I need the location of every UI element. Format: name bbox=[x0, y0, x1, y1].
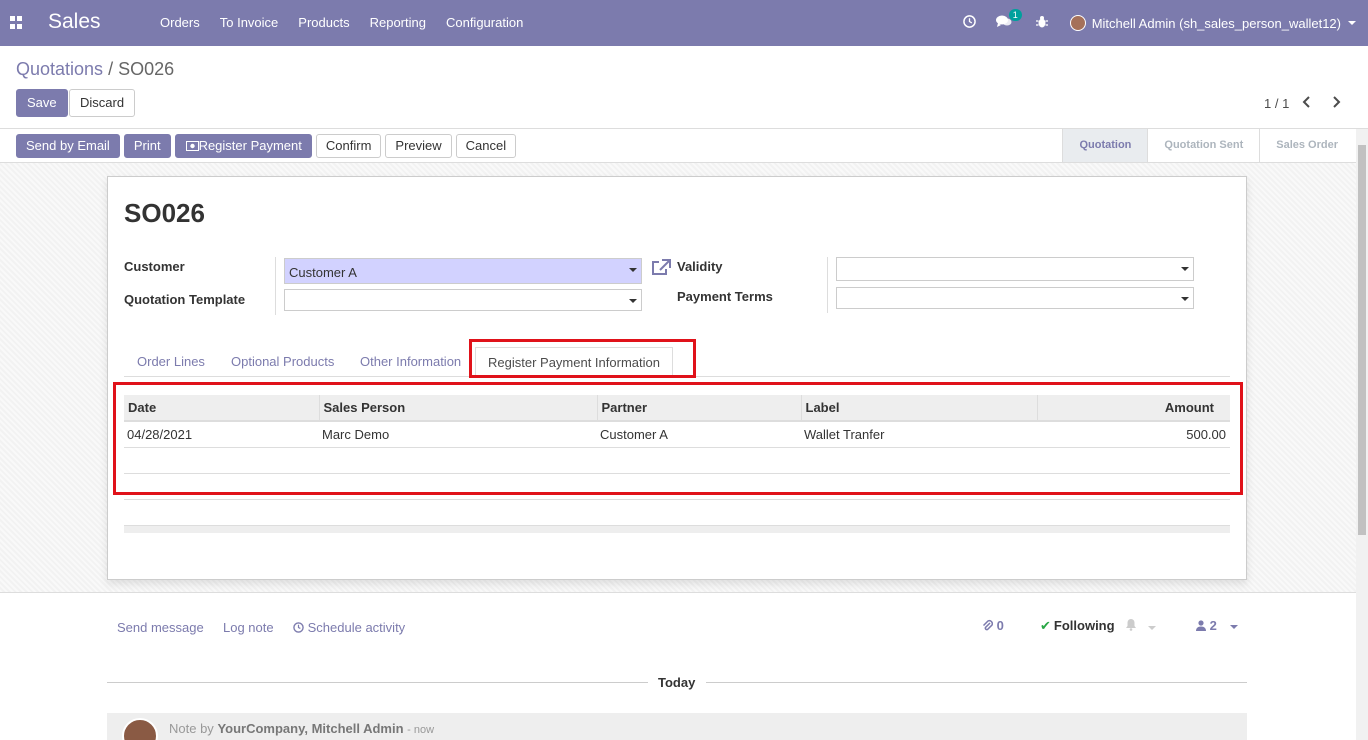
stage-sales-order[interactable]: Sales Order bbox=[1259, 129, 1354, 162]
cancel-button[interactable]: Cancel bbox=[455, 134, 517, 158]
validity-label: Validity bbox=[677, 259, 723, 274]
author-avatar[interactable] bbox=[122, 718, 158, 740]
following-button[interactable]: ✔ Following bbox=[1040, 618, 1115, 634]
menu-orders[interactable]: Orders bbox=[160, 15, 200, 30]
followers-button[interactable]: 2 bbox=[1196, 618, 1239, 633]
chevron-down-icon bbox=[1147, 625, 1156, 630]
register-payment-button[interactable]: Register Payment bbox=[174, 134, 312, 158]
app-name[interactable]: Sales bbox=[48, 10, 101, 34]
clock-icon bbox=[293, 622, 304, 633]
chat-icon[interactable]: 1 bbox=[995, 9, 1022, 31]
check-icon: ✔ bbox=[1040, 618, 1051, 633]
menu-products[interactable]: Products bbox=[298, 15, 349, 30]
breadcrumb-parent[interactable]: Quotations bbox=[16, 59, 103, 79]
field-divider bbox=[827, 257, 828, 313]
follower-count: 2 bbox=[1209, 618, 1217, 633]
tab-other-information[interactable]: Other Information bbox=[360, 354, 461, 369]
chatter-message: Note by YourCompany, Mitchell Admin - no… bbox=[107, 713, 1247, 740]
menu-configuration[interactable]: Configuration bbox=[446, 15, 523, 30]
chevron-down-icon bbox=[1181, 267, 1189, 271]
message-header: Note by YourCompany, Mitchell Admin - no… bbox=[169, 721, 435, 736]
customer-label: Customer bbox=[124, 259, 185, 274]
chevron-down-icon bbox=[629, 299, 637, 303]
send-message-button[interactable]: Send message bbox=[117, 620, 204, 635]
chevron-down-icon bbox=[629, 268, 637, 272]
form-sheet: SO026 Customer Quotation Template Custom… bbox=[107, 176, 1247, 580]
following-label: Following bbox=[1053, 618, 1115, 633]
paperclip-icon bbox=[982, 619, 994, 631]
top-navbar: Sales Orders To Invoice Products Reporti… bbox=[0, 0, 1368, 46]
stage-quotation[interactable]: Quotation bbox=[1062, 129, 1148, 162]
table-footer-bar bbox=[124, 525, 1230, 533]
confirm-button[interactable]: Confirm bbox=[315, 134, 382, 158]
table-highlight-box bbox=[113, 382, 1243, 495]
quotation-template-field[interactable] bbox=[284, 289, 642, 311]
note-prefix: Note by bbox=[169, 721, 214, 736]
send-by-email-button[interactable]: Send by Email bbox=[16, 134, 120, 158]
user-avatar bbox=[1069, 15, 1086, 31]
field-divider bbox=[275, 257, 276, 315]
register-payment-label: Register Payment bbox=[198, 138, 302, 153]
form-statusbar: Send by Email Print Register Payment Con… bbox=[0, 128, 1368, 163]
payment-terms-label: Payment Terms bbox=[677, 289, 773, 304]
user-name: Mitchell Admin (sh_sales_person_wallet12… bbox=[1091, 15, 1341, 31]
chevron-down-icon bbox=[1230, 624, 1239, 629]
apps-menu-icon[interactable] bbox=[10, 16, 23, 29]
log-note-button[interactable]: Log note bbox=[223, 620, 274, 635]
external-link-icon[interactable] bbox=[652, 259, 671, 280]
preview-button[interactable]: Preview bbox=[385, 134, 452, 158]
tab-optional-products[interactable]: Optional Products bbox=[231, 354, 334, 369]
note-time: now bbox=[413, 724, 435, 736]
stage-quotation-sent[interactable]: Quotation Sent bbox=[1147, 129, 1259, 162]
breadcrumb: Quotations / SO026 bbox=[16, 59, 174, 80]
customer-value: Customer A bbox=[289, 265, 357, 280]
chevron-right-icon[interactable] bbox=[1331, 95, 1341, 113]
main-menu: Orders To Invoice Products Reporting Con… bbox=[160, 15, 543, 30]
message-count-badge: 1 bbox=[1008, 9, 1022, 21]
user-icon bbox=[1196, 620, 1206, 631]
breadcrumb-current: SO026 bbox=[118, 59, 175, 79]
tab-order-lines[interactable]: Order Lines bbox=[137, 354, 205, 369]
order-name: SO026 bbox=[124, 198, 205, 228]
quotation-template-label: Quotation Template bbox=[124, 292, 246, 307]
breadcrumb-separator: / bbox=[103, 59, 119, 79]
divider bbox=[107, 682, 648, 683]
pager-value[interactable]: 1 / 1 bbox=[1264, 96, 1289, 111]
bug-icon[interactable] bbox=[1035, 15, 1048, 31]
divider bbox=[124, 499, 1230, 500]
scrollbar-thumb[interactable] bbox=[1358, 145, 1366, 535]
divider bbox=[706, 682, 1247, 683]
clock-icon[interactable] bbox=[962, 15, 976, 31]
stage-indicator: Quotation Quotation Sent Sales Order bbox=[1062, 129, 1354, 162]
money-icon bbox=[185, 141, 199, 151]
chevron-down-icon bbox=[1348, 21, 1356, 25]
attachment-count: 0 bbox=[996, 618, 1004, 633]
schedule-activity-button[interactable]: Schedule activity bbox=[293, 620, 405, 635]
systray: 1 Mitchell Admin (sh_sales_person_wallet… bbox=[943, 0, 1368, 46]
scrollbar[interactable] bbox=[1356, 129, 1368, 740]
action-buttons: Send by Email Print Register Payment Con… bbox=[16, 134, 520, 158]
schedule-activity-label: Schedule activity bbox=[307, 620, 406, 635]
chevron-left-icon[interactable] bbox=[1302, 95, 1312, 113]
customer-field[interactable]: Customer A bbox=[284, 258, 642, 284]
tab-highlight-box bbox=[469, 339, 696, 378]
save-button[interactable]: Save bbox=[16, 89, 68, 117]
menu-reporting[interactable]: Reporting bbox=[370, 15, 426, 30]
menu-to-invoice[interactable]: To Invoice bbox=[220, 15, 279, 30]
print-button[interactable]: Print bbox=[123, 134, 171, 158]
payment-terms-field[interactable] bbox=[836, 287, 1194, 309]
attachments-button[interactable]: 0 bbox=[982, 618, 1004, 633]
today-separator: Today bbox=[658, 675, 696, 690]
chevron-down-icon bbox=[1181, 297, 1189, 301]
bell-icon[interactable] bbox=[1125, 618, 1156, 634]
discard-button[interactable]: Discard bbox=[69, 89, 136, 117]
note-author[interactable]: YourCompany, Mitchell Admin bbox=[217, 721, 403, 736]
user-menu[interactable]: Mitchell Admin (sh_sales_person_wallet12… bbox=[1069, 15, 1356, 31]
validity-field[interactable] bbox=[836, 257, 1194, 281]
